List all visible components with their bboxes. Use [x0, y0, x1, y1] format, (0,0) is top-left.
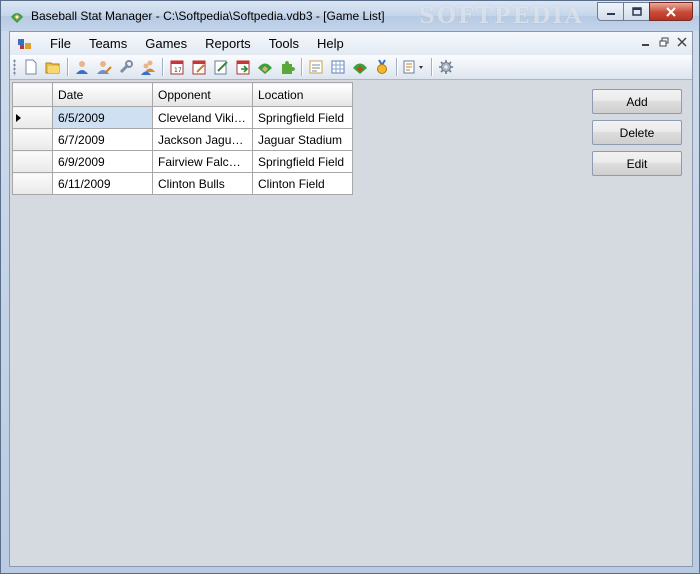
wrench-icon[interactable] — [115, 56, 137, 78]
table-row[interactable]: 6/11/2009 Clinton Bulls Clinton Field — [12, 172, 353, 195]
maximize-icon — [631, 7, 642, 16]
menu-games[interactable]: Games — [136, 32, 196, 55]
toolbar-separator — [67, 58, 68, 76]
table-row[interactable]: 6/5/2009 Cleveland Viki… Springfield Fie… — [12, 106, 353, 129]
row-selector[interactable] — [12, 128, 53, 151]
toolbar: 17 — [10, 55, 692, 80]
minimize-icon — [606, 12, 615, 15]
add-button[interactable]: Add — [592, 89, 682, 114]
new-icon[interactable] — [20, 56, 42, 78]
column-header-date[interactable]: Date — [52, 82, 153, 107]
puzzle-icon[interactable] — [276, 56, 298, 78]
window-title: Baseball Stat Manager - C:\Softpedia\Sof… — [31, 9, 385, 23]
grid-header-row: Date Opponent Location — [12, 82, 353, 107]
mdi-close-icon[interactable] — [676, 36, 688, 48]
cell-date[interactable]: 6/11/2009 — [52, 172, 153, 195]
baseball-diamond-icon — [9, 8, 25, 24]
mdi-minimize-icon[interactable] — [640, 36, 652, 48]
cell-date[interactable]: 6/5/2009 — [52, 106, 153, 129]
report-icon[interactable] — [305, 56, 327, 78]
edit-button[interactable]: Edit — [592, 151, 682, 176]
mdi-controls — [640, 36, 688, 48]
caption-buttons — [597, 2, 693, 21]
award-icon[interactable] — [371, 56, 393, 78]
column-header-opponent[interactable]: Opponent — [152, 82, 253, 107]
cell-opponent[interactable]: Fairview Falcons — [152, 150, 253, 173]
current-row-arrow-icon — [16, 113, 21, 122]
cell-location[interactable]: Springfield Field — [252, 106, 353, 129]
field-icon[interactable] — [254, 56, 276, 78]
table-row[interactable]: 6/7/2009 Jackson Jaguars Jaguar Stadium — [12, 128, 353, 151]
open-icon[interactable] — [42, 56, 64, 78]
menu-help[interactable]: Help — [308, 32, 353, 55]
cell-opponent[interactable]: Jackson Jaguars — [152, 128, 253, 151]
cell-opponent[interactable]: Clinton Bulls — [152, 172, 253, 195]
cell-location[interactable]: Springfield Field — [252, 150, 353, 173]
minimize-button[interactable] — [597, 2, 624, 21]
svg-text:17: 17 — [174, 67, 182, 74]
toolbar-separator — [162, 58, 163, 76]
cell-location[interactable]: Clinton Field — [252, 172, 353, 195]
mdi-restore-icon[interactable] — [658, 36, 670, 48]
toolbar-separator — [431, 58, 432, 76]
toolbar-grip[interactable] — [13, 58, 16, 76]
calendar-export-icon[interactable] — [232, 56, 254, 78]
toolbar-separator — [301, 58, 302, 76]
cell-location[interactable]: Jaguar Stadium — [252, 128, 353, 151]
menu-tools[interactable]: Tools — [260, 32, 308, 55]
menu-reports[interactable]: Reports — [196, 32, 260, 55]
menu-bar: File Teams Games Reports Tools Help — [10, 32, 692, 55]
cell-date[interactable]: 6/7/2009 — [52, 128, 153, 151]
maximize-button[interactable] — [623, 2, 650, 21]
table-row[interactable]: 6/9/2009 Fairview Falcons Springfield Fi… — [12, 150, 353, 173]
menu-teams[interactable]: Teams — [80, 32, 136, 55]
delete-button[interactable]: Delete — [592, 120, 682, 145]
player-edit-icon[interactable] — [93, 56, 115, 78]
close-icon — [666, 6, 676, 17]
player-icon[interactable] — [71, 56, 93, 78]
game-list-grid: Date Opponent Location 6/5/2009 Clevelan… — [12, 82, 353, 195]
row-selector[interactable] — [12, 106, 53, 129]
toolbar-separator — [396, 58, 397, 76]
document-system-icon[interactable] — [17, 36, 33, 52]
row-header-corner[interactable] — [12, 82, 53, 107]
close-button[interactable] — [649, 2, 693, 21]
menu-file[interactable]: File — [41, 32, 80, 55]
layout-dropdown-icon[interactable] — [400, 56, 428, 78]
calendar-icon[interactable]: 17 — [166, 56, 188, 78]
calendar-edit-icon[interactable] — [188, 56, 210, 78]
game-list-view: Date Opponent Location 6/5/2009 Clevelan… — [10, 80, 692, 566]
players-icon[interactable] — [137, 56, 159, 78]
column-header-location[interactable]: Location — [252, 82, 353, 107]
client-area: File Teams Games Reports Tools Help 17 D… — [9, 31, 693, 567]
settings-icon[interactable] — [435, 56, 457, 78]
field-red-icon[interactable] — [349, 56, 371, 78]
watermark: SOFTPEDIA — [419, 3, 584, 29]
row-selector[interactable] — [12, 172, 53, 195]
title-bar[interactable]: Baseball Stat Manager - C:\Softpedia\Sof… — [1, 1, 699, 31]
row-selector[interactable] — [12, 150, 53, 173]
cell-opponent[interactable]: Cleveland Viki… — [152, 106, 253, 129]
app-window: Baseball Stat Manager - C:\Softpedia\Sof… — [0, 0, 700, 574]
cell-date[interactable]: 6/9/2009 — [52, 150, 153, 173]
spreadsheet-icon[interactable] — [327, 56, 349, 78]
note-edit-icon[interactable] — [210, 56, 232, 78]
